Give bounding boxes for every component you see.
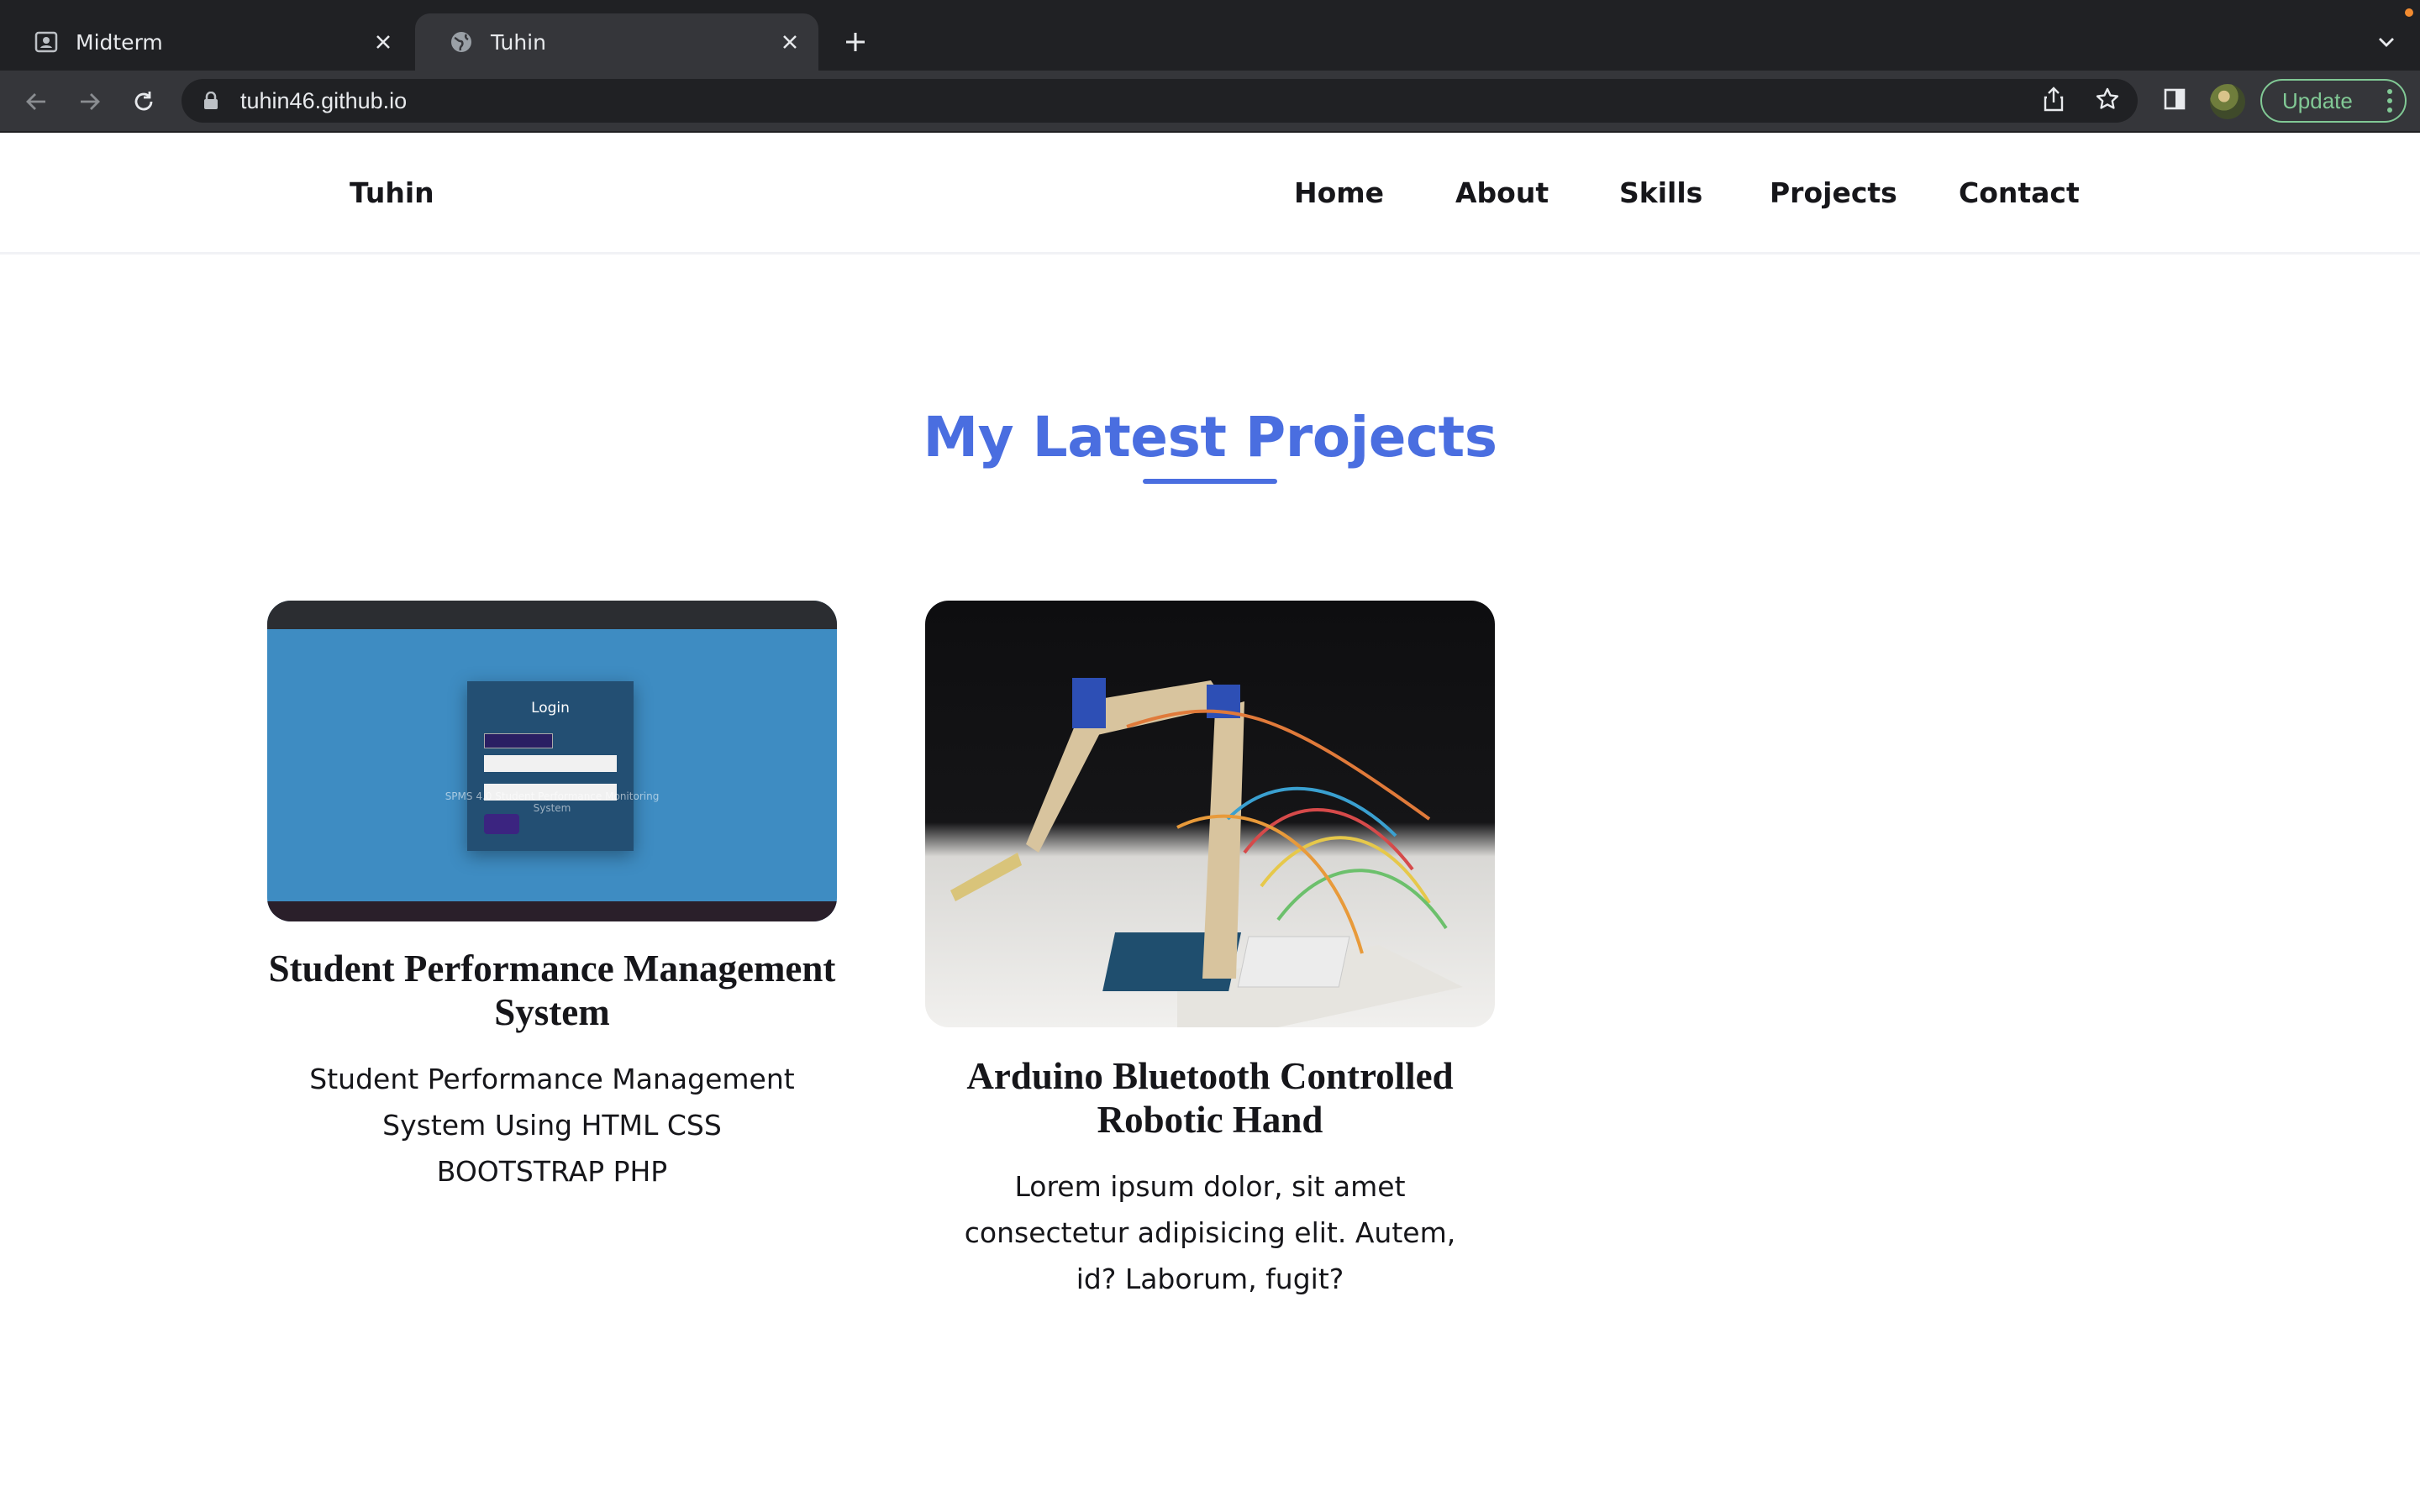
nav-skills[interactable]: Skills <box>1619 176 1702 209</box>
screenshot-caption: SPMS 4.0 Student Performance Monitoring … <box>445 790 660 814</box>
side-panel-icon[interactable] <box>2154 79 2195 119</box>
forward-button[interactable] <box>72 84 108 119</box>
contact-card-icon <box>34 29 59 55</box>
screenshot-taskbar <box>267 901 837 921</box>
robot-arm-illustration <box>950 678 1463 1027</box>
update-button[interactable]: Update <box>2260 79 2407 123</box>
url-text: tuhin46.github.io <box>240 87 408 113</box>
lock-icon[interactable] <box>202 90 220 112</box>
close-icon[interactable] <box>773 25 807 59</box>
title-underline <box>1143 479 1277 484</box>
screenshot-browser-bar <box>267 601 837 629</box>
screenshot-login-box: Login <box>467 681 634 851</box>
tab-midterm[interactable]: Midterm <box>0 13 412 71</box>
screenshot-login-title: Login <box>531 700 570 717</box>
close-icon[interactable] <box>366 25 400 59</box>
more-vert-icon[interactable] <box>2386 87 2393 120</box>
project-card[interactable]: Login SPMS 4.0 Student Performance Monit… <box>267 601 837 1194</box>
screenshot-login-button <box>484 814 519 834</box>
chevron-down-icon[interactable] <box>2370 25 2403 59</box>
nav-home[interactable]: Home <box>1294 176 1384 209</box>
browser-tab-strip: Midterm Tuhin <box>0 0 2420 71</box>
tab-tuhin[interactable]: Tuhin <box>415 13 818 71</box>
avatar[interactable] <box>2210 84 2245 119</box>
share-icon[interactable] <box>2033 79 2074 119</box>
tab-title: Tuhin <box>491 29 546 55</box>
project-card[interactable]: Arduino Bluetooth Controlled Robotic Han… <box>925 601 1495 1302</box>
site-header: Tuhin Home About Skills Projects Contact <box>0 133 2420 255</box>
browser-toolbar: tuhin46.github.io Update <box>0 71 2420 133</box>
nav-projects[interactable]: Projects <box>1770 176 1897 209</box>
section-title: My Latest Projects <box>923 405 1497 470</box>
project-screenshot-image[interactable]: Login SPMS 4.0 Student Performance Monit… <box>267 601 837 921</box>
project-title: Arduino Bluetooth Controlled Robotic Han… <box>966 1055 1454 1141</box>
new-tab-button[interactable] <box>839 25 872 59</box>
update-label: Update <box>2282 87 2353 113</box>
globe-icon <box>449 29 474 55</box>
project-description: Student Performance Management System Us… <box>309 1063 795 1188</box>
screenshot-field <box>484 755 617 772</box>
site-brand[interactable]: Tuhin <box>350 176 434 209</box>
tab-title: Midterm <box>76 29 163 55</box>
project-description: Lorem ipsum dolor, sit amet consectetur … <box>964 1170 1456 1295</box>
star-icon[interactable] <box>2087 79 2128 119</box>
reload-button[interactable] <box>126 84 161 119</box>
notification-dot <box>2405 8 2413 17</box>
address-bar[interactable]: tuhin46.github.io <box>182 79 2138 123</box>
project-robot-arm-image[interactable] <box>925 601 1495 1027</box>
nav-about[interactable]: About <box>1455 176 1549 209</box>
nav-contact[interactable]: Contact <box>1959 176 2080 209</box>
back-button[interactable] <box>18 84 54 119</box>
project-title: Student Performance Management System <box>268 948 836 1033</box>
screenshot-select <box>484 733 553 748</box>
